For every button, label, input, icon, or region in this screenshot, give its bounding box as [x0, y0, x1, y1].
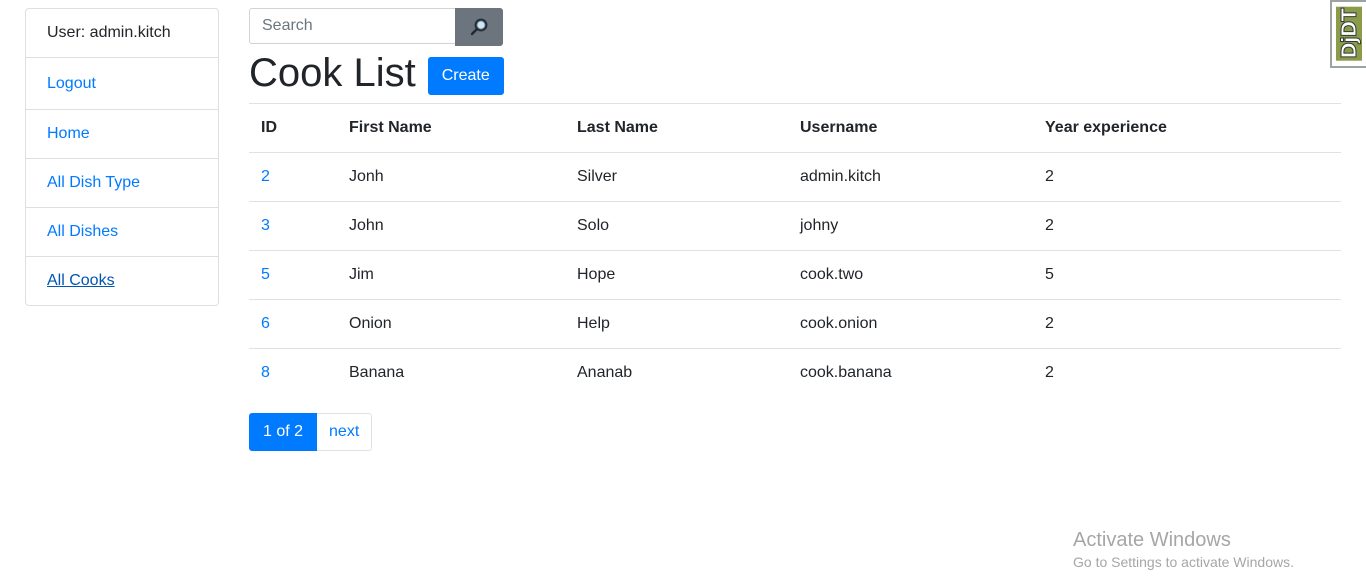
cell-last-name: Solo	[565, 201, 788, 251]
sidebar-user: User: admin.kitch	[26, 9, 218, 58]
cell-username: cook.two	[788, 250, 1033, 300]
cell-year-experience: 2	[1033, 348, 1341, 397]
page-header: Cook List Create	[249, 49, 504, 97]
debug-toolbar-handle[interactable]: DjDT	[1330, 0, 1366, 68]
table-row: 6 Onion Help cook.onion 2	[249, 299, 1341, 349]
cell-last-name: Help	[565, 299, 788, 349]
search-icon	[470, 18, 488, 36]
windows-activation-watermark: Activate Windows Go to Settings to activ…	[1073, 528, 1294, 571]
cell-username: admin.kitch	[788, 152, 1033, 202]
cell-year-experience: 5	[1033, 250, 1341, 300]
cell-first-name: Jim	[337, 250, 565, 300]
cell-username: cook.onion	[788, 299, 1033, 349]
debug-toolbar-label: DjDT	[1336, 7, 1362, 61]
watermark-title: Activate Windows	[1073, 529, 1231, 551]
all-dish-type-link[interactable]: All Dish Type	[47, 174, 140, 192]
cell-username: johny	[788, 201, 1033, 251]
page-title: Cook List	[249, 51, 416, 95]
cook-id-link[interactable]: 3	[261, 217, 270, 234]
pagination: 1 of 2 next	[249, 413, 373, 451]
cell-first-name: Jonh	[337, 152, 565, 202]
table-row: 3 John Solo johny 2	[249, 201, 1341, 251]
cook-id-link[interactable]: 5	[261, 266, 270, 283]
cell-last-name: Ananab	[565, 348, 788, 397]
column-header-first-name: First Name	[337, 103, 565, 153]
column-header-username: Username	[788, 103, 1033, 153]
cell-username: cook.banana	[788, 348, 1033, 397]
sidebar-item-all-dish-type[interactable]: All Dish Type	[26, 159, 218, 208]
table-row: 5 Jim Hope cook.two 5	[249, 250, 1341, 300]
next-page-link[interactable]: next	[317, 413, 373, 451]
all-dishes-link[interactable]: All Dishes	[47, 223, 118, 241]
cell-last-name: Hope	[565, 250, 788, 300]
cell-id[interactable]: 6	[249, 299, 337, 349]
create-button[interactable]: Create	[427, 57, 504, 95]
sidebar-item-logout[interactable]: Logout	[26, 58, 218, 110]
home-link[interactable]: Home	[47, 125, 90, 143]
cook-id-link[interactable]: 2	[261, 168, 270, 185]
sidebar: User: admin.kitch Logout Home All Dish T…	[25, 8, 219, 306]
watermark-subtitle: Go to Settings to activate Windows.	[1073, 554, 1294, 570]
cook-id-link[interactable]: 8	[261, 364, 270, 381]
sidebar-item-all-dishes[interactable]: All Dishes	[26, 208, 218, 257]
cell-id[interactable]: 5	[249, 250, 337, 300]
column-header-last-name: Last Name	[565, 103, 788, 153]
cell-last-name: Silver	[565, 152, 788, 202]
cell-id[interactable]: 2	[249, 152, 337, 202]
sidebar-user-label: User: admin.kitch	[47, 24, 171, 41]
sidebar-item-all-cooks[interactable]: All Cooks	[26, 257, 218, 305]
cell-year-experience: 2	[1033, 299, 1341, 349]
column-header-id: ID	[249, 103, 337, 153]
table-row: 8 Banana Ananab cook.banana 2	[249, 348, 1341, 397]
cook-table: ID First Name Last Name Username Year ex…	[249, 103, 1341, 397]
cell-id[interactable]: 3	[249, 201, 337, 251]
cook-id-link[interactable]: 6	[261, 315, 270, 332]
current-page-indicator: 1 of 2	[249, 413, 318, 451]
search-button[interactable]	[455, 8, 503, 46]
logout-link[interactable]: Logout	[47, 75, 96, 93]
cell-year-experience: 2	[1033, 152, 1341, 202]
column-header-year-experience: Year experience	[1033, 103, 1341, 153]
cell-first-name: Banana	[337, 348, 565, 397]
table-row: 2 Jonh Silver admin.kitch 2	[249, 152, 1341, 202]
all-cooks-label: All Cooks	[47, 272, 115, 289]
table-header-row: ID First Name Last Name Username Year ex…	[249, 103, 1341, 153]
search-form	[249, 8, 503, 46]
cell-id[interactable]: 8	[249, 348, 337, 397]
cell-first-name: John	[337, 201, 565, 251]
cell-first-name: Onion	[337, 299, 565, 349]
sidebar-item-home[interactable]: Home	[26, 110, 218, 159]
cell-year-experience: 2	[1033, 201, 1341, 251]
all-cooks-link[interactable]: All Cooks	[47, 272, 115, 290]
search-input[interactable]	[249, 8, 455, 44]
